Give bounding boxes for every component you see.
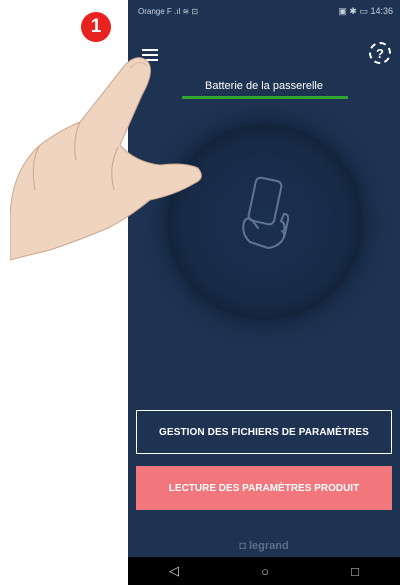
read-parameters-button[interactable]: LECTURE DES PARAMÈTRES PRODUIT	[136, 466, 392, 510]
phone-hand-icon	[242, 176, 290, 249]
carrier-label: Orange F .ıl ≋ ⊡	[138, 6, 199, 16]
recents-icon[interactable]: □	[351, 564, 359, 579]
legrand-logo: ◘ legrand	[239, 540, 289, 552]
parameter-files-button[interactable]: GESTION DES FICHIERS DE PARAMÈTRES	[136, 410, 392, 454]
back-icon[interactable]: ◁	[169, 563, 179, 579]
home-icon[interactable]: ○	[261, 564, 269, 579]
status-right: ▣ ✱ ▭ 14:36	[338, 5, 393, 16]
step-number-badge: 1	[81, 12, 111, 42]
help-icon[interactable]: ?	[369, 42, 391, 64]
status-bar: Orange F .ıl ≋ ⊡ ▣ ✱ ▭ 14:36	[128, 0, 400, 22]
android-navbar: ◁ ○ □	[128, 557, 400, 585]
pointing-hand-illustration	[10, 57, 202, 261]
